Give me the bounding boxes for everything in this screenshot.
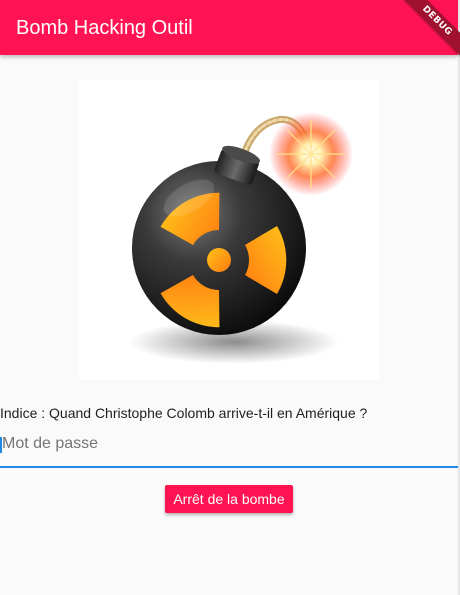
stop-bomb-button[interactable]: Arrêt de la bombe bbox=[165, 485, 293, 513]
text-cursor bbox=[0, 437, 2, 453]
debug-banner: DEBUG bbox=[400, 0, 460, 60]
password-input[interactable] bbox=[0, 428, 442, 460]
hint-text: Indice : Quand Christophe Colomb arrive-… bbox=[0, 405, 368, 421]
bomb-radioactive-icon bbox=[129, 112, 353, 364]
app-title: Bomb Hacking Outil bbox=[16, 17, 193, 39]
password-field[interactable] bbox=[0, 428, 458, 468]
bomb-image bbox=[79, 80, 379, 380]
app-bar: Bomb Hacking Outil bbox=[0, 0, 458, 55]
debug-ribbon-label: DEBUG bbox=[400, 0, 460, 59]
